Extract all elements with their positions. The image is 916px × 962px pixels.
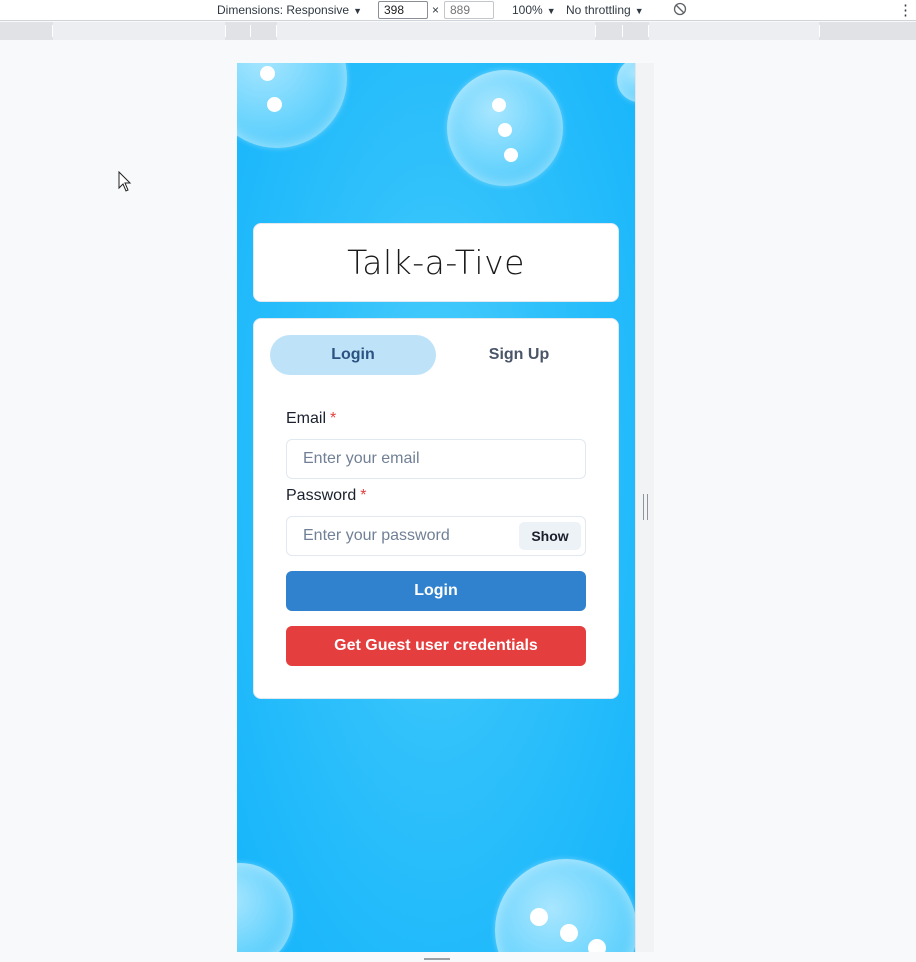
app-title-card: Talk-a-Tive (253, 223, 619, 302)
ruler-tick (648, 25, 649, 37)
device-viewport: Talk-a-Tive Login Sign Up Email* Passwor… (237, 63, 635, 952)
resize-handle-icon[interactable] (643, 494, 648, 520)
media-query-ruler (0, 22, 916, 40)
tab-login[interactable]: Login (270, 335, 436, 375)
chevron-down-icon: ▼ (546, 6, 556, 16)
ruler-segment[interactable] (649, 22, 819, 40)
ruler-tick (622, 25, 623, 37)
tab-sign-up[interactable]: Sign Up (436, 335, 602, 375)
email-input[interactable] (286, 439, 586, 479)
chat-bubble-icon (617, 63, 635, 102)
bubble-dot (560, 924, 578, 942)
ruler-tick (250, 25, 251, 37)
rotate-icon[interactable] (673, 2, 687, 19)
auth-card: Login Sign Up Email* Password* Show Logi… (253, 318, 619, 699)
ruler-tick (225, 25, 226, 37)
mouse-cursor-icon (118, 170, 132, 198)
required-mark: * (330, 410, 337, 427)
show-password-button[interactable]: Show (519, 522, 581, 550)
bubble-dot (267, 97, 282, 112)
dimensions-label: Dimensions: Responsive (217, 3, 350, 17)
times-sign: × (432, 3, 440, 17)
ruler-segment[interactable] (53, 22, 225, 40)
bubble-dot (530, 908, 548, 926)
login-button[interactable]: Login (286, 571, 586, 611)
chat-bubble-icon (237, 63, 347, 148)
bubble-dot (504, 148, 518, 162)
bubble-dot (498, 123, 512, 137)
ruler-tick (819, 25, 820, 37)
guest-credentials-button[interactable]: Get Guest user credentials (286, 626, 586, 666)
ruler-tick (276, 25, 277, 37)
bubble-dot (260, 66, 275, 81)
chat-bubble-icon (237, 863, 293, 952)
email-label-text: Email (286, 410, 327, 427)
more-options-icon[interactable]: ⋮ (898, 1, 913, 19)
chevron-down-icon: ▼ (353, 6, 362, 16)
height-input[interactable] (444, 1, 494, 19)
throttling-dropdown[interactable]: No throttling ▼ (566, 3, 644, 17)
password-label-text: Password (286, 487, 357, 504)
throttling-label: No throttling (566, 3, 631, 17)
width-input[interactable] (378, 1, 428, 19)
zoom-dropdown[interactable]: 100% ▼ (512, 3, 556, 17)
bottom-resize-handle-icon[interactable] (424, 958, 450, 960)
ruler-tick (595, 25, 596, 37)
password-label: Password * (286, 487, 366, 505)
chevron-down-icon: ▼ (634, 6, 644, 16)
ruler-tick (52, 25, 53, 37)
devtools-toolbar: Dimensions: Responsive▼ × 100%▼ No throt… (0, 0, 916, 21)
required-mark: * (360, 487, 367, 504)
dimensions-dropdown[interactable]: Dimensions: Responsive ▼ (217, 3, 362, 17)
bubble-dot (588, 939, 606, 952)
auth-tabs: Login Sign Up (270, 335, 602, 375)
ruler-segment[interactable] (277, 22, 595, 40)
zoom-label: 100% (512, 3, 543, 17)
bubble-dot (492, 98, 506, 112)
app-title: Talk-a-Tive (347, 243, 525, 282)
email-label: Email * (286, 410, 336, 428)
